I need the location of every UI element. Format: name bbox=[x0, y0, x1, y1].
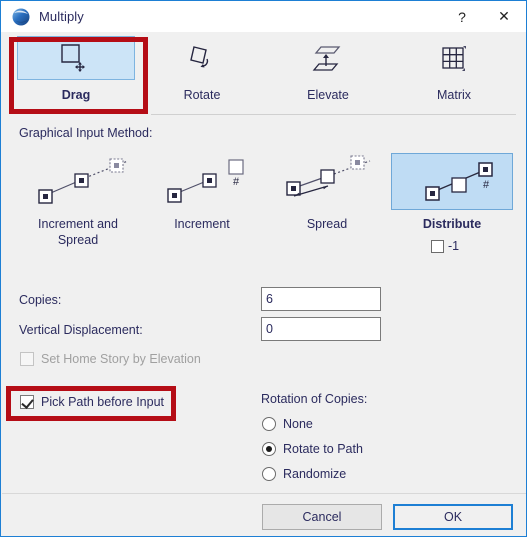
pick-path-before-input-checkbox[interactable] bbox=[20, 395, 34, 409]
increment-and-spread-icon bbox=[23, 154, 133, 210]
tab-elevate[interactable]: Elevate bbox=[268, 36, 388, 118]
cancel-button[interactable]: Cancel bbox=[262, 504, 382, 530]
gim-increment-and-spread-label: Increment and Spread bbox=[38, 217, 118, 247]
drag-move-icon bbox=[59, 43, 93, 73]
tab-rotate[interactable]: Rotate bbox=[142, 36, 262, 118]
rotation-rotate-to-path-radio[interactable] bbox=[262, 442, 276, 456]
rotation-of-copies-title: Rotation of Copies: bbox=[261, 392, 368, 406]
rotation-option-randomize[interactable]: Randomize bbox=[262, 467, 346, 481]
matrix-grid-icon bbox=[439, 43, 469, 73]
tab-matrix-label: Matrix bbox=[436, 88, 472, 102]
gim-distribute[interactable]: # Distribute bbox=[391, 153, 513, 232]
gim-distribute-box: # bbox=[391, 153, 513, 210]
close-button[interactable]: ✕ bbox=[484, 1, 524, 32]
rotation-randomize-radio[interactable] bbox=[262, 467, 276, 481]
svg-text:#: # bbox=[233, 176, 240, 188]
footer-divider bbox=[2, 493, 526, 494]
tab-rotate-label: Rotate bbox=[183, 88, 221, 102]
gim-increment[interactable]: # Increment bbox=[141, 153, 263, 232]
gim-increment-and-spread[interactable]: Increment and Spread bbox=[17, 153, 139, 248]
set-home-story-by-elevation-checkbox bbox=[20, 352, 34, 366]
gim-distribute-label: Distribute bbox=[422, 217, 482, 231]
ok-button[interactable]: OK bbox=[393, 504, 513, 530]
svg-text:#: # bbox=[483, 179, 490, 191]
distribute-minus-one-label: -1 bbox=[448, 239, 460, 253]
vertical-displacement-label: Vertical Displacement: bbox=[19, 323, 143, 337]
rotate-icon bbox=[185, 43, 219, 73]
help-button[interactable]: ? bbox=[442, 1, 482, 32]
set-home-story-by-elevation-row: Set Home Story by Elevation bbox=[20, 352, 201, 366]
help-icon: ? bbox=[458, 8, 466, 25]
tab-matrix[interactable]: Matrix bbox=[394, 36, 514, 118]
distribute-minus-one-checkbox[interactable] bbox=[431, 239, 444, 253]
gim-increment-label: Increment bbox=[174, 217, 230, 231]
multiply-dialog: Multiply ? ✕ Drag Rotate Elevate Matrix … bbox=[0, 0, 527, 537]
tab-elevate-icon-box bbox=[269, 36, 387, 80]
gim-spread-box bbox=[266, 153, 388, 210]
copies-input[interactable] bbox=[261, 287, 381, 311]
rotation-none-label: None bbox=[283, 417, 313, 431]
tab-underline-divider bbox=[151, 114, 516, 115]
gim-increment-box: # bbox=[141, 153, 263, 210]
tab-drag[interactable]: Drag bbox=[16, 36, 136, 118]
rotation-rotate-to-path-label: Rotate to Path bbox=[283, 442, 363, 456]
gim-spread-label: Spread bbox=[306, 217, 348, 231]
rotation-randomize-label: Randomize bbox=[283, 467, 347, 481]
archicad-sphere-icon bbox=[11, 7, 31, 27]
tab-elevate-label: Elevate bbox=[307, 88, 349, 102]
gim-increment-and-spread-box bbox=[17, 153, 139, 210]
close-icon: ✕ bbox=[498, 8, 510, 24]
copies-label: Copies: bbox=[19, 293, 62, 307]
spread-icon bbox=[272, 154, 382, 210]
tab-drag-label: Drag bbox=[61, 88, 91, 102]
rotation-option-rotate-to-path[interactable]: Rotate to Path bbox=[262, 442, 363, 456]
set-home-story-by-elevation-label: Set Home Story by Elevation bbox=[41, 352, 201, 366]
titlebar: Multiply ? ✕ bbox=[1, 1, 526, 32]
increment-icon: # bbox=[147, 154, 257, 210]
tab-rotate-icon-box bbox=[143, 36, 261, 80]
tab-drag-icon-box bbox=[17, 36, 135, 80]
rotation-none-radio[interactable] bbox=[262, 417, 276, 431]
tab-matrix-icon-box bbox=[395, 36, 513, 80]
rotation-option-none[interactable]: None bbox=[262, 417, 313, 431]
elevate-icon bbox=[309, 42, 347, 74]
distribute-icon: # bbox=[397, 154, 507, 210]
window-title: Multiply bbox=[39, 9, 84, 24]
pick-path-before-input-row[interactable]: Pick Path before Input bbox=[20, 395, 164, 409]
vertical-displacement-input[interactable] bbox=[261, 317, 381, 341]
graphical-input-method-label: Graphical Input Method: bbox=[19, 126, 153, 140]
pick-path-before-input-label: Pick Path before Input bbox=[41, 395, 164, 409]
tab-strip: Drag Rotate Elevate Matrix bbox=[2, 32, 526, 118]
distribute-minus-one-row[interactable]: -1 bbox=[431, 239, 459, 253]
gim-spread[interactable]: Spread bbox=[266, 153, 388, 232]
